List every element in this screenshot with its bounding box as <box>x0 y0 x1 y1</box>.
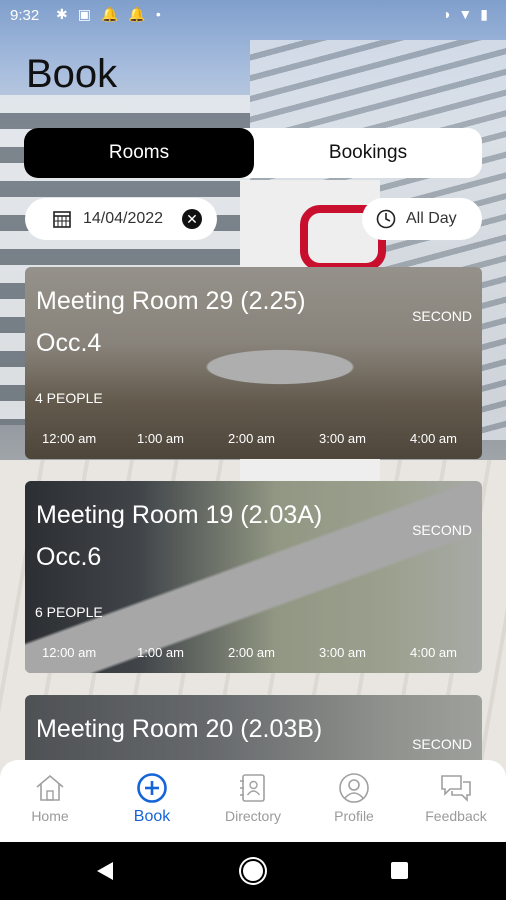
calendar-icon <box>53 211 71 228</box>
time-slot[interactable]: 4:00 am <box>410 431 457 446</box>
contacts-icon <box>240 774 265 802</box>
tab-book[interactable]: Book <box>102 772 202 826</box>
bottom-tab-bar: Home Book Directory Profile Feedback <box>0 760 506 842</box>
time-value: All Day <box>406 210 457 227</box>
home-button-icon[interactable] <box>243 861 263 881</box>
time-slot[interactable]: 1:00 am <box>137 645 184 660</box>
user-icon <box>339 773 369 803</box>
tab-profile[interactable]: Profile <box>304 772 404 824</box>
plus-circle-icon <box>137 773 167 803</box>
page-title: Book <box>26 52 118 96</box>
time-slot[interactable]: 2:00 am <box>228 431 275 446</box>
room-floor: SECOND <box>412 522 472 538</box>
home-icon <box>36 774 64 801</box>
tab-label: Book <box>133 808 171 825</box>
tab-label: Profile <box>334 808 374 824</box>
tab-label: Directory <box>224 808 281 824</box>
room-floor: SECOND <box>412 308 472 324</box>
room-capacity: 6 PEOPLE <box>35 604 103 620</box>
time-slot[interactable]: 12:00 am <box>42 431 96 446</box>
tab-home[interactable]: Home <box>0 772 100 824</box>
room-card[interactable]: Meeting Room 19 (2.03A) Occ.6 SECOND 6 P… <box>25 481 482 673</box>
tab-directory[interactable]: Directory <box>203 772 303 824</box>
notification-icons: ✱▣🔔🔔• <box>56 6 171 22</box>
system-icons: ◑▼▮ <box>441 6 496 22</box>
recents-icon[interactable] <box>391 862 408 879</box>
tab-bookings[interactable]: Bookings <box>254 128 482 178</box>
room-capacity: 4 PEOPLE <box>35 390 103 406</box>
system-nav-bar <box>0 842 506 900</box>
time-slot[interactable]: 12:00 am <box>42 645 96 660</box>
chat-icon <box>441 775 471 802</box>
time-slot[interactable]: 3:00 am <box>319 645 366 660</box>
room-name: Meeting Room 19 (2.03A) Occ.6 <box>36 501 323 571</box>
date-filter[interactable]: 14/04/2022 ✕ <box>25 198 217 240</box>
time-slot[interactable]: 2:00 am <box>228 645 275 660</box>
status-bar: 9:32 ✱▣🔔🔔• ◑▼▮ <box>0 0 506 32</box>
room-card[interactable]: Meeting Room 29 (2.25) Occ.4 SECOND 4 PE… <box>25 267 482 459</box>
back-icon[interactable] <box>97 862 113 880</box>
time-slot[interactable]: 1:00 am <box>137 431 184 446</box>
time-slot[interactable]: 3:00 am <box>319 431 366 446</box>
time-slot[interactable]: 4:00 am <box>410 645 457 660</box>
view-segment-control: Rooms Bookings <box>24 128 482 178</box>
room-name: Meeting Room 29 (2.25) Occ.4 <box>36 287 306 357</box>
date-value: 14/04/2022 <box>83 210 164 227</box>
room-floor: SECOND <box>412 736 472 752</box>
tab-feedback[interactable]: Feedback <box>406 772 506 824</box>
clear-date-icon[interactable]: ✕ <box>182 209 202 229</box>
clock-icon <box>376 209 396 229</box>
tab-label: Home <box>31 808 69 824</box>
status-time: 9:32 <box>10 7 40 24</box>
time-filter[interactable]: All Day <box>362 198 482 240</box>
tab-rooms[interactable]: Rooms <box>24 128 254 178</box>
tab-label: Feedback <box>425 808 487 824</box>
